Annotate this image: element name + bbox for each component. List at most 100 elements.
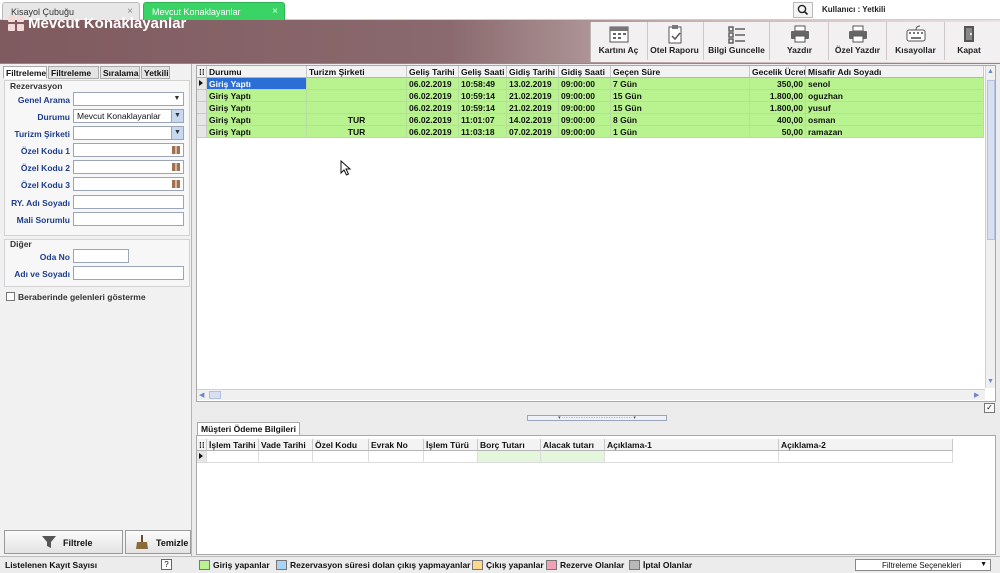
- genel-arama-input[interactable]: ▼: [73, 92, 184, 106]
- bilgi-guncelle-button[interactable]: Bilgi Guncelle: [704, 22, 770, 60]
- cell-gelis-saati[interactable]: 11:01:07: [459, 114, 507, 126]
- col-gidis-saati[interactable]: Gidiş Saati: [559, 66, 611, 78]
- cell-gecen-sure[interactable]: 15 Gün: [611, 90, 750, 102]
- otel-raporu-button[interactable]: Otel Raporu: [646, 22, 704, 60]
- filtrele-button[interactable]: Filtrele: [4, 530, 123, 554]
- durumu-select[interactable]: Mevcut Konaklayanlar ▼: [73, 109, 184, 123]
- cell-durumu[interactable]: Giriş Yaptı: [207, 90, 307, 102]
- tab-filtreleme[interactable]: Filtreleme: [3, 66, 47, 79]
- cell-gecen-sure[interactable]: 7 Gün: [611, 78, 750, 90]
- col-gelis-tarihi[interactable]: Geliş Tarihi: [407, 66, 459, 78]
- cell-misafir[interactable]: yusuf: [806, 102, 984, 114]
- cell-gecelik-ucret[interactable]: 50,00: [750, 126, 806, 138]
- help-icon[interactable]: ?: [161, 559, 172, 570]
- col-gelis-saati[interactable]: Geliş Saati: [459, 66, 507, 78]
- mali-sorumlu-input[interactable]: [73, 212, 184, 226]
- cell-gelis-saati[interactable]: 11:03:18: [459, 126, 507, 138]
- cell-gecelik-ucret[interactable]: 1.800,00: [750, 102, 806, 114]
- col-vade-tarihi[interactable]: Vade Tarihi: [259, 439, 313, 451]
- row-indicator[interactable]: [197, 451, 207, 463]
- kapat-button[interactable]: Kapat: [940, 22, 998, 60]
- cell-empty[interactable]: [424, 451, 478, 463]
- cell-turizm[interactable]: [307, 90, 407, 102]
- chevron-down-icon[interactable]: ▼: [171, 127, 183, 139]
- cell-empty[interactable]: [605, 451, 779, 463]
- row-indicator[interactable]: [197, 78, 207, 90]
- cell-gidis-saati[interactable]: 09:00:00: [559, 102, 611, 114]
- close-icon[interactable]: ×: [272, 6, 278, 17]
- col-turizm-sirketi[interactable]: Turizm Şirketi: [307, 66, 407, 78]
- row-indicator[interactable]: [197, 102, 207, 114]
- cell-gelis-tarihi[interactable]: 06.02.2019: [407, 90, 459, 102]
- ozel-yazdir-button[interactable]: Özel Yazdır: [829, 22, 887, 60]
- cell-gidis-tarihi[interactable]: 07.02.2019: [507, 126, 559, 138]
- cell-gidis-saati[interactable]: 09:00:00: [559, 126, 611, 138]
- tab-siralama[interactable]: Sıralama: [100, 66, 140, 79]
- cell-turizm[interactable]: TUR: [307, 126, 407, 138]
- col-ozel-kodu[interactable]: Özel Kodu: [313, 439, 369, 451]
- search-button[interactable]: [793, 2, 813, 18]
- cell-gelis-tarihi[interactable]: 06.02.2019: [407, 114, 459, 126]
- col-gecen-sure[interactable]: Geçen Süre: [611, 66, 750, 78]
- cell-durumu[interactable]: Giriş Yaptı: [207, 114, 307, 126]
- cell-durumu[interactable]: Giriş Yaptı: [207, 78, 307, 90]
- tab-yetkili[interactable]: Yetkili: [141, 66, 170, 79]
- cell-gecelik-ucret[interactable]: 400,00: [750, 114, 806, 126]
- cell-turizm[interactable]: [307, 102, 407, 114]
- col-islem-tarihi[interactable]: İşlem Tarihi: [207, 439, 259, 451]
- cell-gelis-tarihi[interactable]: 06.02.2019: [407, 78, 459, 90]
- col-islem-turu[interactable]: İşlem Türü: [424, 439, 478, 451]
- scroll-down-icon[interactable]: ▼: [987, 378, 995, 386]
- ozel-kodu-1-input[interactable]: [73, 143, 184, 157]
- col-gidis-tarihi[interactable]: Gidiş Tarihi: [507, 66, 559, 78]
- ozel-kodu-2-input[interactable]: [73, 160, 184, 174]
- cell-turizm[interactable]: [307, 78, 407, 90]
- book-icon[interactable]: [171, 162, 181, 172]
- cell-gidis-saati[interactable]: 09:00:00: [559, 90, 611, 102]
- cell-gecelik-ucret[interactable]: 350,00: [750, 78, 806, 90]
- col-gecelik-ucret[interactable]: Gecelik Ücret: [750, 66, 806, 78]
- cell-gelis-saati[interactable]: 10:59:14: [459, 90, 507, 102]
- splitter-handle[interactable]: ▾ ······································…: [527, 415, 667, 421]
- col-borc-tutari[interactable]: Borç Tutarı: [478, 439, 541, 451]
- yazdir-button[interactable]: Yazdır: [771, 22, 829, 60]
- cell-gelis-tarihi[interactable]: 06.02.2019: [407, 126, 459, 138]
- row-indicator[interactable]: [197, 114, 207, 126]
- col-aciklama-2[interactable]: Açıklama-2: [779, 439, 953, 451]
- scroll-right-icon[interactable]: ▶: [974, 391, 979, 399]
- cell-empty[interactable]: [207, 451, 259, 463]
- scroll-left-icon[interactable]: ◀: [199, 391, 204, 399]
- cell-empty[interactable]: [779, 451, 953, 463]
- cell-misafir[interactable]: senol: [806, 78, 984, 90]
- oda-no-input[interactable]: [73, 249, 129, 263]
- cell-durumu[interactable]: Giriş Yaptı: [207, 126, 307, 138]
- cell-empty[interactable]: [313, 451, 369, 463]
- row-indicator[interactable]: [197, 90, 207, 102]
- cell-gecen-sure[interactable]: 15 Gün: [611, 102, 750, 114]
- scroll-thumb[interactable]: [987, 80, 995, 240]
- book-icon[interactable]: [171, 179, 181, 189]
- scroll-up-icon[interactable]: ▲: [987, 68, 995, 76]
- cell-misafir[interactable]: ramazan: [806, 126, 984, 138]
- col-misafir-adi-soyadi[interactable]: Misafir Adı Soyadı: [806, 66, 984, 78]
- cell-gecelik-ucret[interactable]: 1.800,00: [750, 90, 806, 102]
- col-durumu[interactable]: Durumu: [207, 66, 307, 78]
- col-evrak-no[interactable]: Evrak No: [369, 439, 424, 451]
- cell-gidis-saati[interactable]: 09:00:00: [559, 78, 611, 90]
- cell-gecen-sure[interactable]: 1 Gün: [611, 126, 750, 138]
- horizontal-scrollbar[interactable]: ◀ ▶: [197, 389, 985, 400]
- panel-toggle-checkbox[interactable]: ✓: [984, 403, 995, 413]
- cell-misafir[interactable]: osman: [806, 114, 984, 126]
- chevron-down-icon[interactable]: ▼: [171, 110, 183, 122]
- row-indicator[interactable]: [197, 126, 207, 138]
- kisayollar-button[interactable]: Kısayollar: [887, 22, 945, 60]
- col-aciklama-1[interactable]: Açıklama-1: [605, 439, 779, 451]
- cell-gidis-saati[interactable]: 09:00:00: [559, 114, 611, 126]
- temizle-button[interactable]: Temizle: [125, 530, 191, 554]
- cell-gidis-tarihi[interactable]: 14.02.2019: [507, 114, 559, 126]
- adi-ve-soyadi-input[interactable]: [73, 266, 184, 280]
- cell-durumu[interactable]: Giriş Yaptı: [207, 102, 307, 114]
- cell-empty[interactable]: [541, 451, 605, 463]
- scroll-thumb[interactable]: [209, 391, 221, 399]
- cell-gidis-tarihi[interactable]: 13.02.2019: [507, 78, 559, 90]
